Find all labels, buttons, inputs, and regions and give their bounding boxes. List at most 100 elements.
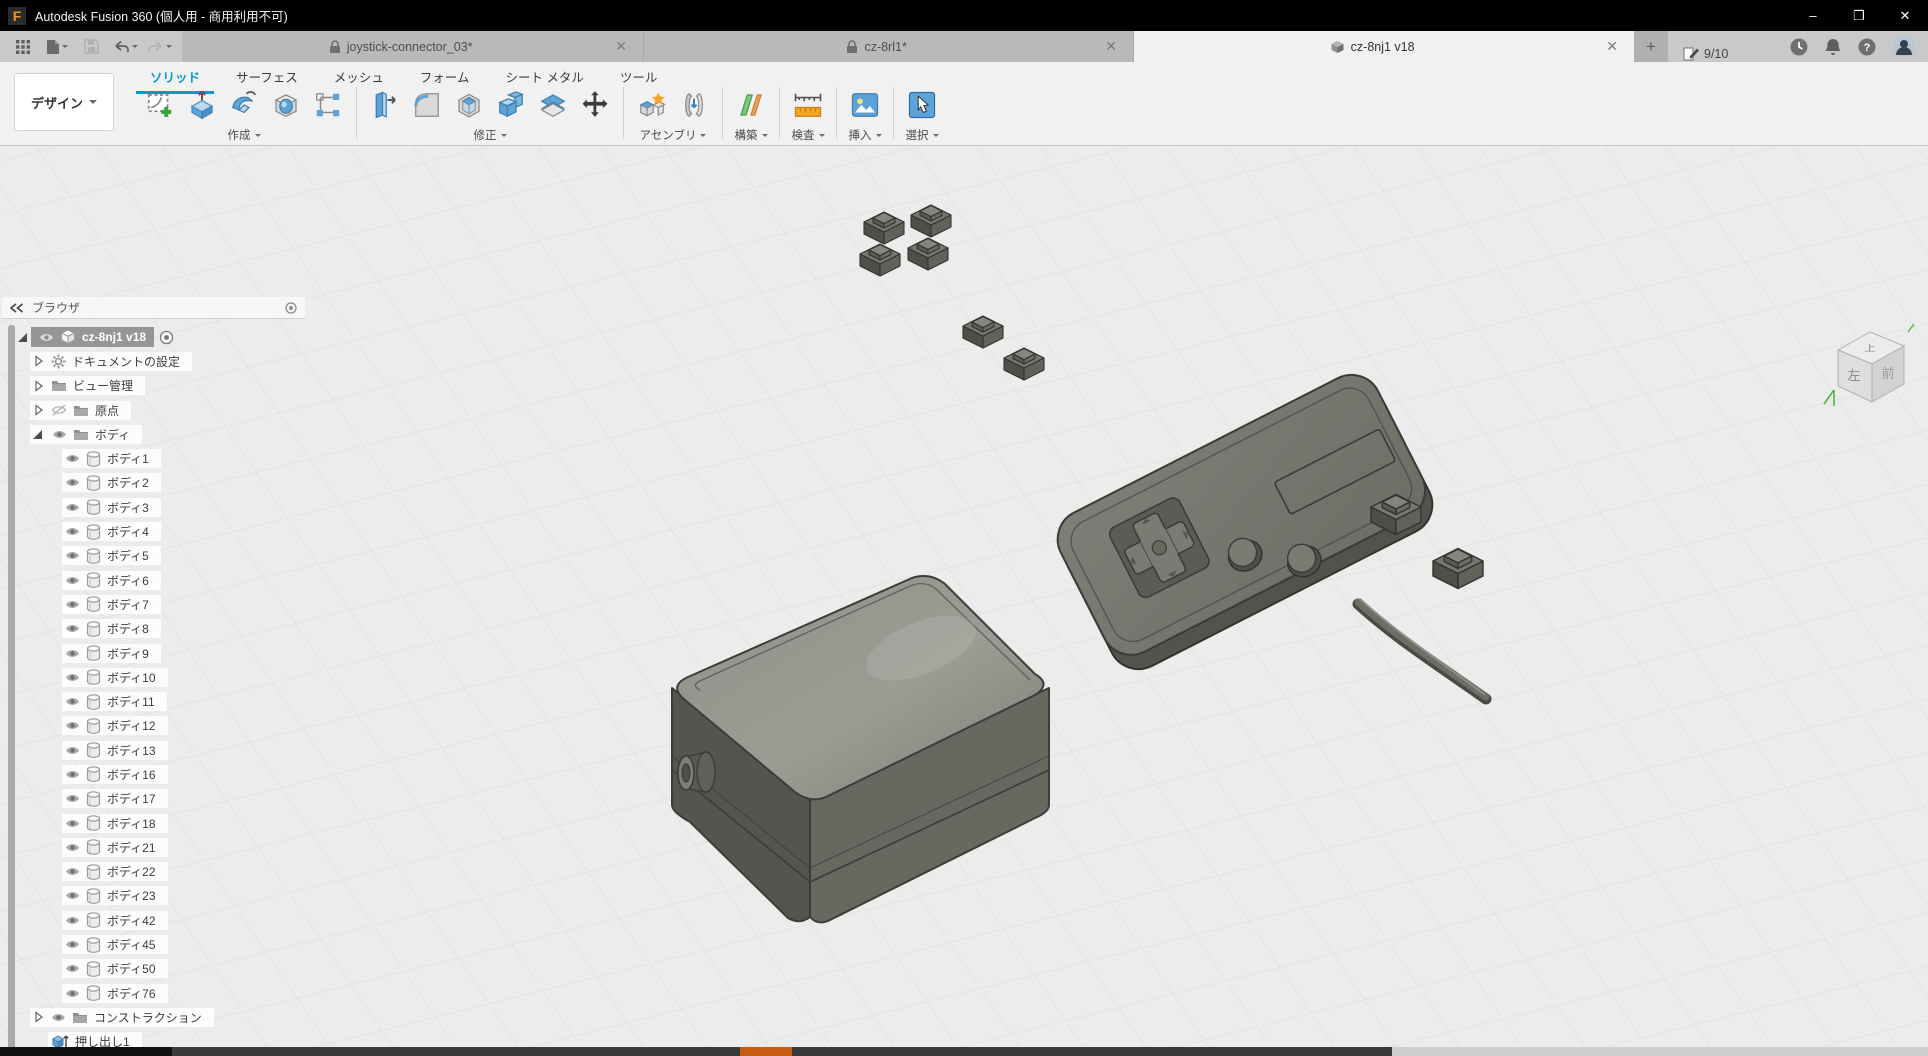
tree-body-row[interactable]: ボディ17 — [18, 787, 214, 811]
file-menu-button[interactable] — [42, 34, 72, 60]
new-component-icon[interactable] — [634, 86, 670, 124]
group-label-select[interactable]: 選択 — [906, 127, 939, 143]
eye-icon[interactable] — [65, 502, 80, 513]
eye-icon[interactable] — [65, 866, 80, 877]
collapse-arrows-icon[interactable] — [10, 303, 24, 313]
tab-joystick-connector[interactable]: joystick-connector_03* ✕ — [182, 31, 644, 62]
job-status-badge[interactable]: 9/10 — [1682, 46, 1728, 62]
viewport-canvas[interactable]: 上 左 前 ブラウザ cz-8n — [0, 147, 1928, 1047]
minimize-button[interactable]: – — [1790, 0, 1836, 31]
tree-bodies-folder[interactable]: ボディ — [18, 422, 214, 446]
tree-body-row[interactable]: ボディ16 — [18, 762, 214, 786]
eye-icon[interactable] — [65, 575, 80, 586]
combine-icon[interactable] — [493, 86, 529, 124]
tree-construction[interactable]: コンストラクション — [18, 1005, 214, 1029]
collapsed-arrow-icon[interactable] — [33, 355, 45, 367]
group-label-create[interactable]: 作成 — [228, 127, 261, 143]
group-label-construct[interactable]: 構築 — [735, 127, 768, 143]
save-button[interactable] — [76, 34, 106, 60]
tab-cz-8nj1[interactable]: cz-8nj1 v18 ✕ — [1134, 31, 1634, 62]
tree-body-row[interactable]: ボディ9 — [18, 641, 214, 665]
tree-body-row[interactable]: ボディ4 — [18, 519, 214, 543]
tree-document-settings[interactable]: ドキュメントの設定 — [18, 349, 214, 373]
tab-close-icon[interactable]: ✕ — [1099, 38, 1123, 55]
eye-icon[interactable] — [65, 818, 80, 829]
clock-icon[interactable] — [1789, 37, 1809, 57]
eye-icon[interactable] — [65, 890, 80, 901]
measure-icon[interactable] — [790, 86, 826, 124]
tree-body-row[interactable]: ボディ5 — [18, 544, 214, 568]
tree-body-row[interactable]: ボディ3 — [18, 495, 214, 519]
tree-body-row[interactable]: ボディ13 — [18, 738, 214, 762]
eye-icon[interactable] — [65, 939, 80, 950]
app-grid-icon[interactable] — [8, 34, 38, 60]
eye-icon[interactable] — [65, 599, 80, 610]
shell-icon[interactable] — [451, 86, 487, 124]
activate-radio-icon[interactable] — [159, 330, 174, 345]
tree-body-row[interactable]: ボディ7 — [18, 592, 214, 616]
eye-icon[interactable] — [39, 332, 54, 343]
tree-body-row[interactable]: ボディ76 — [18, 981, 214, 1005]
eye-icon[interactable] — [52, 429, 67, 440]
tree-feature-row[interactable]: 押し出し1 — [18, 1030, 214, 1047]
construction-plane-icon[interactable] — [733, 86, 769, 124]
expand-arrow-icon[interactable] — [18, 333, 27, 342]
view-cube[interactable]: 上 左 前 — [1820, 312, 1920, 412]
tree-body-row[interactable]: ボディ50 — [18, 957, 214, 981]
tree-body-row[interactable]: ボディ12 — [18, 714, 214, 738]
eye-icon[interactable] — [65, 648, 80, 659]
new-tab-button[interactable]: + — [1634, 31, 1668, 62]
eye-icon[interactable] — [51, 1012, 66, 1023]
tree-body-row[interactable]: ボディ11 — [18, 689, 214, 713]
tree-body-row[interactable]: ボディ1 — [18, 446, 214, 470]
close-button[interactable]: ✕ — [1882, 0, 1928, 31]
joint-icon[interactable] — [676, 86, 712, 124]
tree-origin[interactable]: 原点 — [18, 398, 214, 422]
offset-face-icon[interactable] — [535, 86, 571, 124]
browser-header[interactable]: ブラウザ — [2, 297, 305, 319]
notifications-bell-icon[interactable] — [1824, 37, 1842, 57]
workspace-selector[interactable]: デザイン — [14, 73, 114, 131]
tree-body-row[interactable]: ボディ21 — [18, 835, 214, 859]
eye-icon[interactable] — [65, 988, 80, 999]
eye-icon[interactable] — [65, 453, 80, 464]
eye-icon[interactable] — [65, 842, 80, 853]
tree-body-row[interactable]: ボディ22 — [18, 860, 214, 884]
tree-body-row[interactable]: ボディ23 — [18, 884, 214, 908]
select-icon[interactable] — [904, 86, 940, 124]
eye-icon[interactable] — [65, 793, 80, 804]
group-label-assemble[interactable]: アセンブリ — [640, 127, 707, 143]
tab-cz-8rl1[interactable]: cz-8rl1* ✕ — [644, 31, 1134, 62]
fillet-icon[interactable] — [409, 86, 445, 124]
hole-icon[interactable] — [268, 86, 304, 124]
pattern-icon[interactable] — [310, 86, 346, 124]
eye-off-icon[interactable] — [51, 404, 67, 416]
eye-icon[interactable] — [65, 915, 80, 926]
tree-body-row[interactable]: ボディ8 — [18, 617, 214, 641]
eye-icon[interactable] — [65, 720, 80, 731]
extrude-icon[interactable] — [184, 86, 220, 124]
sweep-icon[interactable] — [226, 86, 262, 124]
eye-icon[interactable] — [65, 623, 80, 634]
tree-body-row[interactable]: ボディ10 — [18, 665, 214, 689]
tree-body-row[interactable]: ボディ2 — [18, 471, 214, 495]
group-label-modify[interactable]: 修正 — [474, 127, 507, 143]
eye-icon[interactable] — [65, 477, 80, 488]
eye-icon[interactable] — [65, 526, 80, 537]
expand-arrow-icon[interactable] — [33, 430, 42, 439]
tree-body-row[interactable]: ボディ18 — [18, 811, 214, 835]
tab-close-icon[interactable]: ✕ — [609, 38, 633, 55]
move-copy-icon[interactable] — [577, 86, 613, 124]
collapsed-arrow-icon[interactable] — [33, 404, 45, 416]
eye-icon[interactable] — [65, 963, 80, 974]
tab-close-icon[interactable]: ✕ — [1600, 38, 1624, 55]
eye-icon[interactable] — [65, 550, 80, 561]
group-label-inspect[interactable]: 検査 — [792, 127, 825, 143]
collapsed-arrow-icon[interactable] — [33, 1011, 45, 1023]
tree-view-management[interactable]: ビュー管理 — [18, 374, 214, 398]
undo-button[interactable] — [110, 34, 140, 60]
tree-body-row[interactable]: ボディ42 — [18, 908, 214, 932]
redo-button[interactable] — [144, 34, 174, 60]
eye-icon[interactable] — [65, 696, 80, 707]
avatar[interactable] — [1892, 35, 1916, 59]
